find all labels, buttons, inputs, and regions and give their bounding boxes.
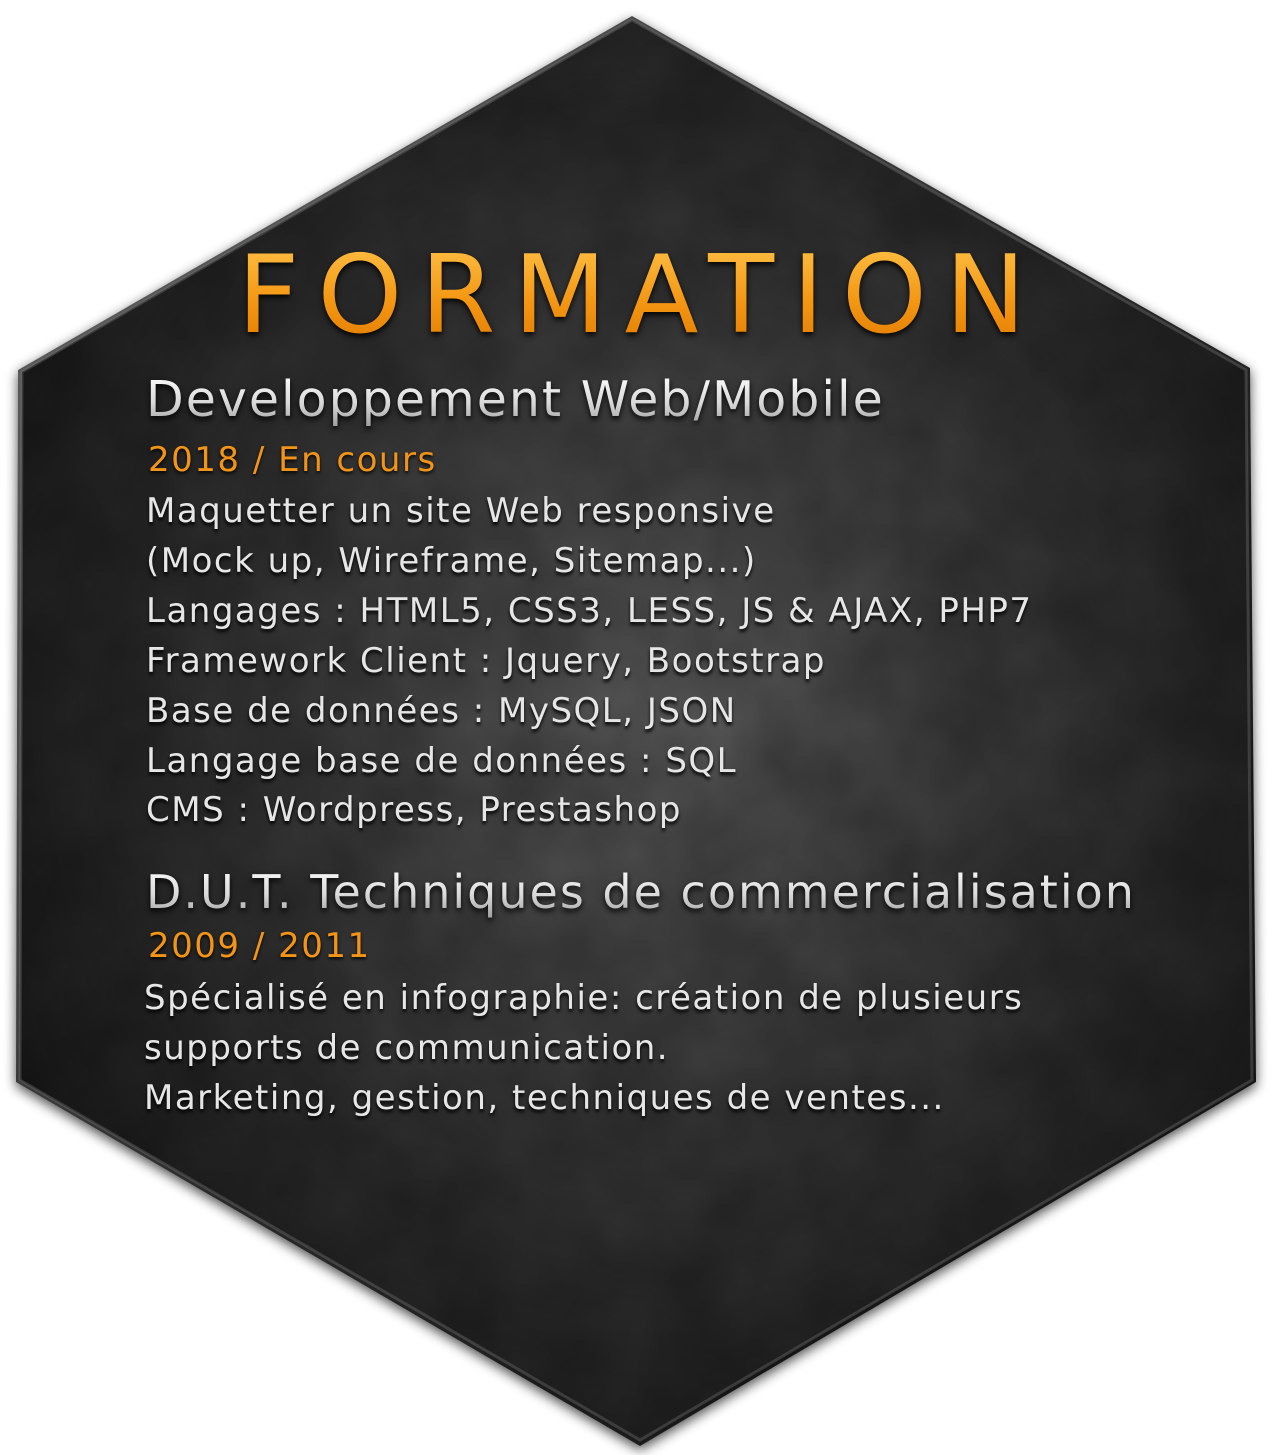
section-line: supports de communication. — [144, 1028, 670, 1068]
content: FORMATION Developpement Web/Mobile 2018 … — [0, 0, 1281, 1455]
section-date: 2009 / 2011 — [148, 926, 371, 966]
section-date: 2018 / En cours — [148, 440, 437, 480]
section-line: Spécialisé en infographie: création de p… — [144, 978, 1024, 1018]
section-line: CMS : Wordpress, Prestashop — [146, 790, 682, 830]
section-line: Marketing, gestion, techniques de ventes… — [144, 1078, 945, 1118]
section-line: Base de données : MySQL, JSON — [146, 691, 737, 731]
section-line: Langages : HTML5, CSS3, LESS, JS & AJAX,… — [146, 591, 1033, 631]
section-line: Maquetter un site Web responsive — [146, 491, 776, 531]
section-line: Langage base de données : SQL — [146, 741, 738, 781]
section-line: (Mock up, Wireframe, Sitemap...) — [146, 541, 757, 581]
page-title: FORMATION — [0, 236, 1281, 356]
section-heading: D.U.T. Techniques de commercialisation — [146, 865, 1136, 919]
section-heading: Developpement Web/Mobile — [146, 371, 885, 428]
section-line: Framework Client : Jquery, Bootstrap — [146, 641, 827, 681]
